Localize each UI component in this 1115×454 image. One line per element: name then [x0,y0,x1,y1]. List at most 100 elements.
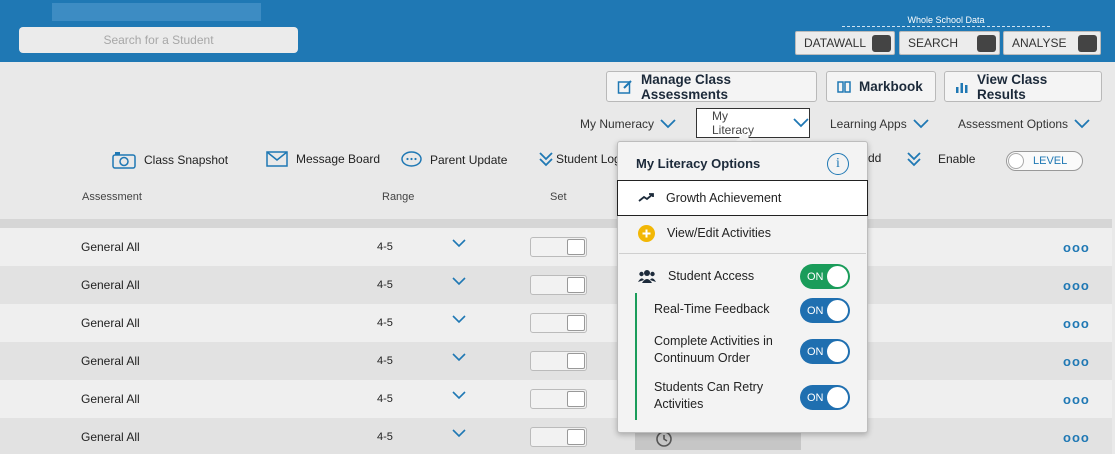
camera-icon [112,152,136,169]
chevron-down-icon[interactable] [452,314,466,324]
toggle-knob [567,391,585,407]
top-header: Whole School Data DATAWALL SEARCH ANALYS… [0,0,1115,62]
set-toggle[interactable] [530,427,587,447]
plus-circle-icon [638,224,655,242]
my-numeracy-menu[interactable]: My Numeracy [580,117,676,131]
assessment-name: General All [81,278,140,292]
more-options-icon[interactable]: ooo [1063,316,1090,331]
assessment-name: General All [81,316,140,330]
retry-activities-label: Students Can Retry Activities [654,379,763,413]
blurred-school-name [52,3,261,21]
switch-on-label: ON [807,345,824,358]
assessment-name: General All [81,240,140,254]
view-edit-activities-item[interactable]: View/Edit Activities [618,222,867,244]
toggle-knob [567,353,585,369]
student-search-input[interactable] [19,27,298,53]
chevron-down-icon [793,118,809,128]
book-icon [837,80,851,93]
table-row: General All 4-5 ooo [0,380,1112,418]
enable-label: Enable [938,152,976,166]
toggle-knob [567,429,585,445]
envelope-icon [266,151,288,167]
chevron-down-icon[interactable] [452,428,466,438]
analyse-square-icon [1078,35,1097,52]
class-snapshot-tool[interactable]: Class Snapshot [112,151,228,169]
message-board-tool[interactable]: Message Board [266,151,380,167]
search-label: SEARCH [908,36,959,50]
retry-activities-switch[interactable]: ON [800,385,850,410]
header-separator [0,219,1112,228]
level-toggle[interactable]: LEVEL [1006,151,1083,171]
my-literacy-dropdown: My Literacy Options i Growth Achievement… [617,141,868,433]
chevron-down-icon[interactable] [452,352,466,362]
search-square-icon [977,35,996,52]
add-tool[interactable]: dd [868,151,881,165]
my-literacy-menu[interactable]: My Literacy [696,108,810,138]
sub-options-line [635,293,637,420]
chevron-down-icon[interactable] [452,238,466,248]
numeracy-label: My Numeracy [580,117,655,131]
set-toggle[interactable] [530,237,587,257]
add-label: dd [868,151,882,165]
double-chevron-down-icon [539,152,553,167]
range-value: 4-5 [377,393,393,405]
assessment-name: General All [81,392,140,406]
range-value: 4-5 [377,317,393,329]
more-options-icon[interactable]: ooo [1063,392,1090,407]
more-options-icon[interactable]: ooo [1063,240,1090,255]
table-row: General All 4-5 ooo [0,228,1112,266]
continuum-line-2: Continuum Order [654,351,750,365]
more-options-icon[interactable]: ooo [1063,278,1090,293]
switch-on-label: ON [807,391,824,404]
retry-line-2: Activities [654,397,704,411]
realtime-feedback-label: Real-Time Feedback [654,302,770,316]
set-toggle[interactable] [530,313,587,333]
table-row: General All 4-5 ooo [0,266,1112,304]
bar-chart-icon [956,82,968,93]
toggle-knob [567,277,585,293]
dropdown-title: My Literacy Options [636,156,761,171]
student-access-label: Student Access [668,269,755,283]
more-options-icon[interactable]: ooo [1063,430,1090,445]
chevron-down-icon [1074,119,1090,129]
whole-school-data-label: Whole School Data [842,15,1050,27]
chevron-down-icon[interactable] [452,390,466,400]
set-toggle[interactable] [530,389,587,409]
datawall-square-icon [872,35,891,52]
trend-up-icon [638,193,654,202]
range-value: 4-5 [377,241,393,253]
set-toggle[interactable] [530,351,587,371]
view-class-results-button[interactable]: View Class Results [944,71,1102,102]
manage-class-assessments-button[interactable]: Manage Class Assessments [606,71,817,102]
table-row: General All 4-5 ooo [0,342,1112,380]
info-icon[interactable]: i [827,153,849,175]
set-toggle[interactable] [530,275,587,295]
parent-update-tool[interactable]: Parent Update [401,151,507,169]
search-button[interactable]: SEARCH [899,31,1000,55]
enable-tool[interactable]: Enable [907,151,975,167]
growth-label: Growth Achievement [666,191,782,205]
learning-apps-menu[interactable]: Learning Apps [830,117,929,131]
table-row: General All 4-5 ooo [0,304,1112,342]
datawall-button[interactable]: DATAWALL [795,31,895,55]
chevron-down-icon [660,119,676,129]
student-access-switch[interactable]: ON [800,264,850,289]
assessment-name: General All [81,430,140,444]
markbook-button[interactable]: Markbook [826,71,936,102]
assessment-options-label: Assessment Options [958,117,1069,131]
double-chevron-down-icon [907,152,921,167]
table-row: General All 4-5 ooo [0,418,1112,454]
chat-bubble-icon [401,151,422,167]
growth-achievement-item[interactable]: Growth Achievement [617,180,868,216]
manage-label: Manage Class Assessments [641,71,732,102]
continuum-order-switch[interactable]: ON [800,339,850,364]
level-label: LEVEL [1033,155,1068,167]
realtime-feedback-switch[interactable]: ON [800,298,850,323]
switch-on-label: ON [807,304,824,317]
range-value: 4-5 [377,431,393,443]
analyse-button[interactable]: ANALYSE [1003,31,1101,55]
assessment-options-menu[interactable]: Assessment Options [958,117,1090,131]
student-log-tool[interactable]: Student Log [539,151,621,167]
more-options-icon[interactable]: ooo [1063,354,1090,369]
chevron-down-icon[interactable] [452,276,466,286]
